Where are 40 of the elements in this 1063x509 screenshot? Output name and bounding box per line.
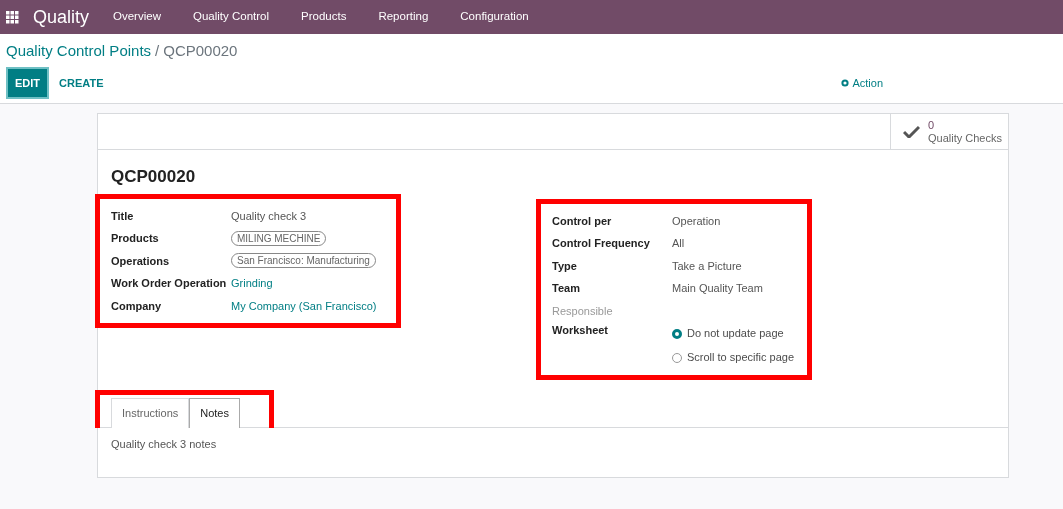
field-label: Control Frequency <box>552 236 651 251</box>
field-value: All <box>672 236 685 251</box>
radio-label[interactable]: Scroll to specific page <box>687 349 794 366</box>
menu-item[interactable]: Products <box>301 8 347 26</box>
radio-button[interactable] <box>672 328 682 339</box>
checkmark-icon <box>903 125 920 138</box>
tab[interactable]: Notes <box>189 398 240 428</box>
field-value: Main Quality Team <box>672 281 763 296</box>
field-value: Take a Picture <box>672 258 742 274</box>
menu-item[interactable]: Quality Control <box>192 8 270 26</box>
field-label: Title <box>111 208 135 224</box>
menu-item[interactable]: Overview <box>113 8 161 26</box>
create-button[interactable]: CREATE <box>49 68 114 97</box>
field-link[interactable]: My Company (San Francisco) <box>231 297 377 314</box>
radio-label[interactable]: Do not update page <box>687 325 784 342</box>
app-name[interactable]: Quality <box>33 3 90 31</box>
menu-item[interactable]: Reporting <box>378 8 429 26</box>
record-name: QCP00020 <box>111 166 197 188</box>
notes-text: Quality check 3 notes <box>110 436 218 452</box>
field-label: Team <box>552 281 581 296</box>
radio-button[interactable] <box>672 352 682 363</box>
edit-button[interactable]: EDIT <box>6 66 50 99</box>
field-label: Products <box>111 231 160 246</box>
field-value: Operation <box>672 213 721 229</box>
field-value: Quality check 3 <box>231 208 307 224</box>
menu-item[interactable]: Configuration <box>460 8 529 26</box>
apps-grid-icon[interactable] <box>6 10 19 24</box>
breadcrumb-link[interactable]: Quality Control Points <box>6 40 152 63</box>
tab[interactable]: Instructions <box>111 398 190 428</box>
breadcrumb-separator: / <box>155 41 160 61</box>
breadcrumb-current: QCP00020 <box>163 41 238 61</box>
field-label: Work Order Operation <box>111 276 228 291</box>
field-label: Worksheet <box>552 323 610 338</box>
field-label: Operations <box>111 253 171 269</box>
field-label: Type <box>552 258 578 274</box>
field-label: Company <box>111 298 163 314</box>
field-link[interactable]: Grinding <box>231 275 273 292</box>
action-menu[interactable]: Action <box>841 74 883 91</box>
field-label: Control per <box>552 213 613 229</box>
field-label: Responsible <box>552 303 614 319</box>
